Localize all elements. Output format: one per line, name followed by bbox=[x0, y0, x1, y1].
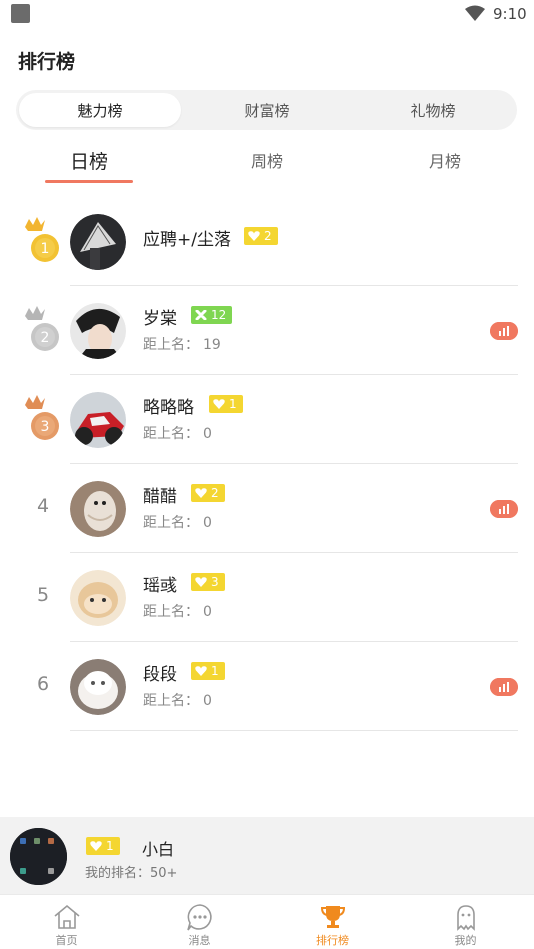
tab-mine[interactable]: 我的 bbox=[399, 895, 532, 949]
badge-value: 12 bbox=[211, 308, 227, 322]
tab-messages[interactable]: 消息 bbox=[133, 895, 266, 949]
my-rank-bar[interactable]: 1 小白 我的排名：50+ bbox=[0, 817, 534, 894]
tab-daily[interactable]: 日榜 bbox=[39, 147, 139, 174]
user-avatar[interactable] bbox=[70, 659, 126, 715]
badge-value: 2 bbox=[264, 229, 272, 243]
segment-wealth[interactable]: 财富榜 bbox=[186, 93, 348, 127]
divider bbox=[70, 730, 518, 731]
gold-medal-icon: 1 bbox=[25, 217, 59, 262]
tab-weekly[interactable]: 周榜 bbox=[217, 148, 317, 172]
heart-icon bbox=[195, 666, 207, 676]
wifi-icon bbox=[465, 5, 485, 21]
clover-icon bbox=[195, 310, 207, 320]
user-name: 醋醋 bbox=[143, 487, 177, 507]
user-avatar[interactable] bbox=[70, 481, 126, 537]
gap-to-previous: 距上名： 0 bbox=[143, 512, 212, 532]
user-name: 应聘+/尘落 bbox=[143, 230, 231, 250]
badge-value: 1 bbox=[229, 397, 237, 411]
charm-level-badge: 3 bbox=[191, 573, 225, 591]
user-name: 段段 bbox=[143, 665, 177, 685]
user-name: 瑶彧 bbox=[143, 576, 177, 596]
gap-value: 19 bbox=[203, 337, 221, 353]
my-rank: 我的排名：50+ bbox=[85, 862, 177, 881]
user-avatar[interactable] bbox=[70, 570, 126, 626]
badge-value: 3 bbox=[211, 575, 219, 589]
trophy-icon bbox=[320, 906, 345, 928]
rank-number: 3 bbox=[41, 419, 50, 435]
ranking-row[interactable]: 4 醋醋 2 距上名： 0 bbox=[0, 464, 534, 553]
charm-level-badge: 1 bbox=[209, 395, 243, 413]
tab-label: 排行榜 bbox=[316, 934, 349, 947]
silver-medal-icon: 2 bbox=[25, 306, 59, 351]
home-icon bbox=[53, 904, 80, 929]
my-rank-value: 50+ bbox=[150, 866, 178, 881]
heart-icon bbox=[90, 841, 102, 851]
notification-icon bbox=[11, 4, 30, 23]
rank-number: 2 bbox=[41, 330, 50, 346]
heart-icon bbox=[195, 577, 207, 587]
status-time: 9:10 bbox=[493, 5, 527, 23]
tab-ranking[interactable]: 排行榜 bbox=[266, 895, 399, 949]
gap-label: 距上名： bbox=[143, 515, 199, 531]
ghost-icon bbox=[456, 905, 475, 931]
badge-value: 1 bbox=[106, 839, 114, 853]
segment-charm[interactable]: 魅力榜 bbox=[19, 93, 181, 127]
gap-to-previous: 距上名： 0 bbox=[143, 423, 212, 443]
gap-label: 距上名： bbox=[143, 337, 199, 353]
my-rank-label: 我的排名： bbox=[85, 866, 151, 881]
gap-label: 距上名： bbox=[143, 693, 199, 709]
user-name: 岁棠 bbox=[143, 309, 177, 329]
active-tab-indicator bbox=[45, 180, 133, 183]
gap-value: 0 bbox=[203, 426, 212, 442]
tab-label: 首页 bbox=[55, 934, 78, 947]
gap-to-previous: 距上名： 0 bbox=[143, 690, 212, 710]
gap-value: 0 bbox=[203, 693, 212, 709]
ranking-row[interactable]: 6 段段 1 距上名： 0 bbox=[0, 642, 534, 731]
tab-home[interactable]: 首页 bbox=[0, 895, 133, 949]
message-icon bbox=[186, 904, 212, 931]
page-title: 排行榜 bbox=[18, 51, 76, 73]
stats-chart-icon[interactable] bbox=[490, 322, 518, 340]
ranking-row[interactable]: 2 岁棠 12 距上名： 19 bbox=[0, 286, 534, 375]
heart-icon bbox=[248, 231, 260, 241]
gap-to-previous: 距上名： 19 bbox=[143, 334, 221, 354]
gap-value: 0 bbox=[203, 515, 212, 531]
badge-value: 1 bbox=[211, 664, 219, 678]
badge-value: 2 bbox=[211, 486, 219, 500]
ranking-type-segmented-control: 魅力榜 财富榜 礼物榜 bbox=[16, 90, 517, 130]
rank-number: 4 bbox=[36, 495, 50, 517]
heart-icon bbox=[213, 399, 225, 409]
bronze-medal-icon: 3 bbox=[25, 395, 59, 440]
heart-icon bbox=[195, 488, 207, 498]
gap-value: 0 bbox=[203, 604, 212, 620]
ranking-row[interactable]: 1 应聘+/尘落 2 bbox=[0, 197, 534, 286]
user-avatar[interactable] bbox=[70, 214, 126, 270]
tab-label: 消息 bbox=[188, 934, 211, 947]
charm-level-badge: 2 bbox=[191, 484, 225, 502]
segment-gift[interactable]: 礼物榜 bbox=[352, 93, 514, 127]
tab-label: 我的 bbox=[454, 934, 477, 947]
rank-number: 5 bbox=[36, 584, 50, 606]
user-avatar[interactable] bbox=[70, 303, 126, 359]
gap-label: 距上名： bbox=[143, 604, 199, 620]
my-avatar[interactable] bbox=[10, 828, 67, 885]
my-name: 小白 bbox=[142, 840, 175, 859]
rank-number: 6 bbox=[36, 673, 50, 695]
stats-chart-icon[interactable] bbox=[490, 678, 518, 696]
bottom-tab-bar: 首页 消息 排行榜 我的 bbox=[0, 894, 534, 949]
stats-chart-icon[interactable] bbox=[490, 500, 518, 518]
tab-monthly[interactable]: 月榜 bbox=[395, 148, 495, 172]
charm-level-badge: 12 bbox=[191, 306, 233, 324]
gap-label: 距上名： bbox=[143, 426, 199, 442]
user-name: 略略略 bbox=[143, 398, 194, 418]
charm-level-badge: 1 bbox=[191, 662, 225, 680]
user-avatar[interactable] bbox=[70, 392, 126, 448]
rank-number: 1 bbox=[41, 241, 50, 257]
status-bar: 9:10 bbox=[0, 0, 534, 30]
my-charm-badge: 1 bbox=[86, 837, 120, 855]
charm-level-badge: 2 bbox=[244, 227, 278, 245]
ranking-row[interactable]: 5 瑶彧 3 距上名： 0 bbox=[0, 553, 534, 642]
gap-to-previous: 距上名： 0 bbox=[143, 601, 212, 621]
ranking-row[interactable]: 3 略略略 1 距上名： 0 bbox=[0, 375, 534, 464]
